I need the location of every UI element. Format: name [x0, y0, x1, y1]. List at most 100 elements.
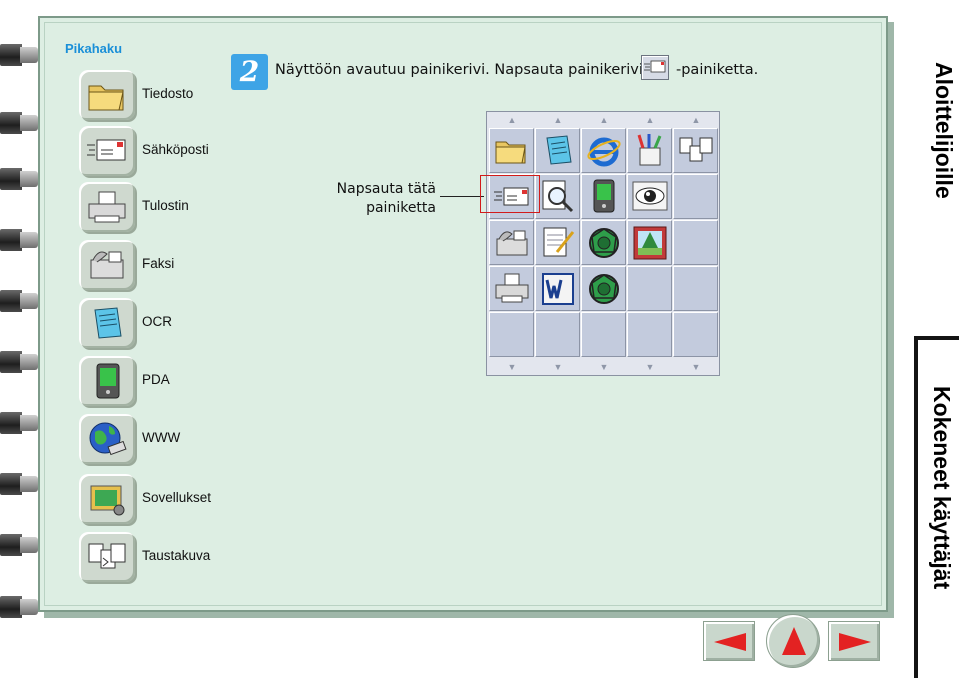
- applications-icon: [90, 485, 125, 516]
- previous-arrow-icon: [714, 633, 746, 651]
- inline-email-button-icon: [641, 55, 669, 80]
- sidebar-item-tiedosto[interactable]: Tiedosto: [77, 68, 257, 122]
- sidebar-title: Pikahaku: [65, 41, 123, 56]
- toolbar-button-notepad[interactable]: [535, 128, 580, 173]
- sidebar-item-sahkoposti[interactable]: Sähköposti: [77, 124, 257, 178]
- scroll-down-arrow[interactable]: ▼: [627, 361, 673, 373]
- binder-ring: [0, 412, 38, 434]
- sidebar-tile[interactable]: [77, 124, 137, 178]
- toolbar-button-empty[interactable]: [581, 312, 626, 357]
- fax-icon: [90, 251, 124, 279]
- binder-ring: [0, 290, 38, 312]
- sidebar-item-www[interactable]: WWW: [77, 412, 257, 466]
- tab-beginners-label[interactable]: Aloittelijoille: [930, 62, 957, 199]
- binder-ring: [0, 229, 38, 251]
- toolbar-button-web-sphere[interactable]: [581, 220, 626, 265]
- sidebar-item-faksi[interactable]: Faksi: [77, 238, 257, 292]
- sidebar-tile[interactable]: [77, 180, 137, 234]
- sidebar-item-label: OCR: [142, 314, 172, 329]
- printer-icon: [495, 273, 529, 303]
- up-arrow-icon: [782, 627, 806, 655]
- toolbar-button-empty[interactable]: [535, 312, 580, 357]
- up-page-button[interactable]: [766, 614, 820, 668]
- tab-experienced-label[interactable]: Kokeneet käyttäjät: [928, 386, 955, 589]
- scroll-up-arrow[interactable]: ▲: [535, 114, 581, 126]
- toolbar-button-picture[interactable]: [627, 220, 672, 265]
- manual-page: Pikahaku Tiedosto Sähköposti Tulostin Fa…: [0, 0, 959, 678]
- scroll-down-arrow[interactable]: ▼: [489, 361, 535, 373]
- toolbar-button-magnifier[interactable]: [535, 174, 580, 219]
- toolbar-button-internet-explorer[interactable]: [581, 128, 626, 173]
- step-number-badge: 2: [231, 54, 268, 90]
- button-bar: ▲ ▲ ▲ ▲ ▲ ▼ ▼ ▼ ▼ ▼: [486, 111, 720, 376]
- sidebar-tile[interactable]: [77, 354, 137, 408]
- binder-ring: [0, 351, 38, 373]
- toolbar-button-empty[interactable]: [673, 220, 718, 265]
- wallpaper-icon: [88, 543, 126, 569]
- printer-icon: [88, 191, 126, 223]
- sidebar-item-label: Sähköposti: [142, 142, 209, 157]
- toolbar-button-pda[interactable]: [581, 174, 626, 219]
- toolbar-button-notepad-pen[interactable]: [535, 220, 580, 265]
- scroll-down-arrow[interactable]: ▼: [535, 361, 581, 373]
- sidebar-tile[interactable]: [77, 238, 137, 292]
- sidebar-item-tulostin[interactable]: Tulostin: [77, 180, 257, 234]
- toolbar-button-empty[interactable]: [673, 266, 718, 311]
- scroll-down-arrow[interactable]: ▼: [673, 361, 719, 373]
- sidebar-item-sovellukset[interactable]: Sovellukset: [77, 472, 257, 526]
- sidebar-item-label: Sovellukset: [142, 490, 212, 505]
- sidebar-tile[interactable]: [77, 412, 137, 466]
- sidebar-item-label: WWW: [142, 430, 181, 445]
- callout-pointer-line: [440, 196, 484, 197]
- fax-icon: [496, 230, 528, 256]
- callout-line-2: painiketta: [366, 200, 436, 216]
- sidebar-item-label: Tulostin: [142, 198, 189, 213]
- toolbar-button-empty[interactable]: [673, 312, 718, 357]
- toolbar-button-word[interactable]: [535, 266, 580, 311]
- scroll-up-arrow[interactable]: ▲: [581, 114, 627, 126]
- scroll-up-arrow[interactable]: ▲: [489, 114, 535, 126]
- pda-icon: [96, 363, 120, 399]
- sidebar-item-pda[interactable]: PDA: [77, 354, 257, 408]
- binder-ring: [0, 534, 38, 556]
- internet-explorer-icon: [587, 137, 621, 167]
- next-page-button[interactable]: [828, 621, 880, 661]
- sidebar-tile[interactable]: [77, 296, 137, 350]
- toolbar-button-empty[interactable]: [627, 266, 672, 311]
- sidebar-item-label: Faksi: [142, 256, 175, 271]
- toolbar-button-printer[interactable]: [489, 266, 534, 311]
- toolbar-button-fax[interactable]: [489, 220, 534, 265]
- prev-page-button[interactable]: [703, 621, 755, 661]
- sidebar-item-label: PDA: [142, 372, 170, 387]
- binder-ring: [0, 44, 38, 66]
- next-arrow-icon: [839, 633, 871, 651]
- picture-icon: [633, 226, 667, 260]
- scroll-up-arrow[interactable]: ▲: [627, 114, 673, 126]
- toolbar-button-pencil-cup[interactable]: [627, 128, 672, 173]
- toolbar-button-empty[interactable]: [627, 312, 672, 357]
- globe-icon: [89, 422, 127, 456]
- toolbar-button-folder[interactable]: [489, 128, 534, 173]
- toolbar-button-documents[interactable]: [673, 128, 718, 173]
- magnifier-document-icon: [542, 180, 574, 213]
- sidebar-tile[interactable]: [77, 530, 137, 584]
- toolbar-button-eye[interactable]: [627, 174, 672, 219]
- scroll-up-arrow[interactable]: ▲: [673, 114, 719, 126]
- sidebar-item-taustakuva[interactable]: Taustakuva: [77, 530, 257, 584]
- instruction-text-end: -painiketta.: [676, 62, 759, 78]
- scroll-down-arrow[interactable]: ▼: [581, 361, 627, 373]
- sidebar-tile[interactable]: [77, 472, 137, 526]
- toolbar-button-empty[interactable]: [489, 312, 534, 357]
- notepad-icon: [546, 135, 572, 165]
- sidebar-item-label: Tiedosto: [142, 86, 194, 101]
- sidebar-item-ocr[interactable]: OCR: [77, 296, 257, 350]
- pencil-cup-icon: [637, 134, 662, 166]
- toolbar-button-empty[interactable]: [673, 174, 718, 219]
- sidebar-tile[interactable]: [77, 68, 137, 122]
- binder-ring: [0, 168, 38, 190]
- word-icon: [542, 273, 574, 305]
- toolbar-button-web-sphere[interactable]: [581, 266, 626, 311]
- instruction-text: Näyttöön avautuu painikerivi. Napsauta p…: [275, 62, 653, 78]
- scroll-up-row: ▲ ▲ ▲ ▲ ▲: [487, 114, 719, 126]
- binder-ring: [0, 473, 38, 495]
